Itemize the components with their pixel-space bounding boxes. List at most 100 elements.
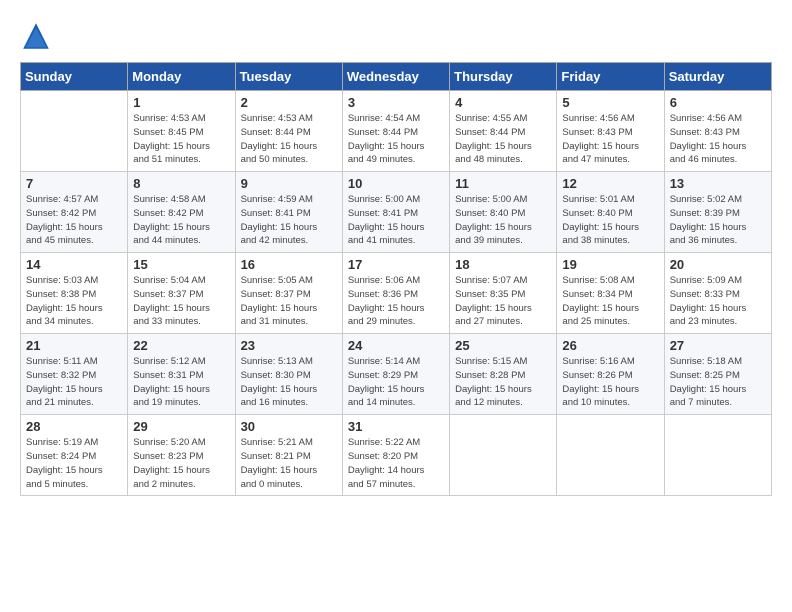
day-info: Sunrise: 5:05 AM Sunset: 8:37 PM Dayligh… [241,274,337,329]
day-number: 24 [348,338,444,353]
header-sunday: Sunday [21,63,128,91]
calendar-cell: 11 Sunrise: 5:00 AM Sunset: 8:40 PM Dayli… [450,172,557,253]
calendar-cell [557,415,664,496]
header-saturday: Saturday [664,63,771,91]
day-number: 3 [348,95,444,110]
day-number: 26 [562,338,658,353]
calendar-cell: 8Sunrise: 4:58 AM Sunset: 8:42 PM Daylig… [128,172,235,253]
calendar-cell: 26 Sunrise: 5:16 AM Sunset: 8:26 PM Dayli… [557,334,664,415]
calendar-cell: 19 Sunrise: 5:08 AM Sunset: 8:34 PM Dayli… [557,253,664,334]
calendar-cell: 18 Sunrise: 5:07 AM Sunset: 8:35 PM Dayli… [450,253,557,334]
calendar-cell: 23Sunrise: 5:13 AM Sunset: 8:30 PM Dayli… [235,334,342,415]
day-info: Sunrise: 5:02 AM Sunset: 8:39 PM Dayligh… [670,193,766,248]
calendar-cell: 7Sunrise: 4:57 AM Sunset: 8:42 PM Daylig… [21,172,128,253]
day-number: 27 [670,338,766,353]
day-info: Sunrise: 5:18 AM Sunset: 8:25 PM Dayligh… [670,355,766,410]
day-info: Sunrise: 5:12 AM Sunset: 8:31 PM Dayligh… [133,355,229,410]
day-info: Sunrise: 5:15 AM Sunset: 8:28 PM Dayligh… [455,355,551,410]
header-friday: Friday [557,63,664,91]
day-info: Sunrise: 5:08 AM Sunset: 8:34 PM Dayligh… [562,274,658,329]
day-number: 21 [26,338,122,353]
day-info: Sunrise: 4:56 AM Sunset: 8:43 PM Dayligh… [562,112,658,167]
day-number: 17 [348,257,444,272]
logo [20,20,56,52]
day-number: 19 [562,257,658,272]
day-number: 14 [26,257,122,272]
calendar-cell: 22Sunrise: 5:12 AM Sunset: 8:31 PM Dayli… [128,334,235,415]
calendar-cell: 4Sunrise: 4:55 AM Sunset: 8:44 PM Daylig… [450,91,557,172]
calendar-cell: 29Sunrise: 5:20 AM Sunset: 8:23 PM Dayli… [128,415,235,496]
day-number: 11 [455,176,551,191]
day-info: Sunrise: 5:01 AM Sunset: 8:40 PM Dayligh… [562,193,658,248]
calendar-cell: 31Sunrise: 5:22 AM Sunset: 8:20 PM Dayli… [342,415,449,496]
calendar-cell: 30 Sunrise: 5:21 AM Sunset: 8:21 PM Dayli… [235,415,342,496]
day-number: 25 [455,338,551,353]
calendar-cell: 28Sunrise: 5:19 AM Sunset: 8:24 PM Dayli… [21,415,128,496]
calendar-body: 1Sunrise: 4:53 AM Sunset: 8:45 PM Daylig… [21,91,772,496]
day-info: Sunrise: 5:22 AM Sunset: 8:20 PM Dayligh… [348,436,444,491]
day-number: 12 [562,176,658,191]
day-info: Sunrise: 5:14 AM Sunset: 8:29 PM Dayligh… [348,355,444,410]
week-row-3: 14Sunrise: 5:03 AM Sunset: 8:38 PM Dayli… [21,253,772,334]
header-thursday: Thursday [450,63,557,91]
calendar-cell: 27 Sunrise: 5:18 AM Sunset: 8:25 PM Dayli… [664,334,771,415]
day-info: Sunrise: 4:57 AM Sunset: 8:42 PM Dayligh… [26,193,122,248]
day-number: 2 [241,95,337,110]
header-monday: Monday [128,63,235,91]
calendar-cell: 5 Sunrise: 4:56 AM Sunset: 8:43 PM Daylig… [557,91,664,172]
week-row-2: 7Sunrise: 4:57 AM Sunset: 8:42 PM Daylig… [21,172,772,253]
header-wednesday: Wednesday [342,63,449,91]
day-number: 5 [562,95,658,110]
calendar-cell: 9Sunrise: 4:59 AM Sunset: 8:41 PM Daylig… [235,172,342,253]
day-info: Sunrise: 5:09 AM Sunset: 8:33 PM Dayligh… [670,274,766,329]
day-info: Sunrise: 5:21 AM Sunset: 8:21 PM Dayligh… [241,436,337,491]
day-number: 20 [670,257,766,272]
day-number: 30 [241,419,337,434]
calendar-cell: 10 Sunrise: 5:00 AM Sunset: 8:41 PM Dayli… [342,172,449,253]
day-number: 15 [133,257,229,272]
calendar-cell: 24 Sunrise: 5:14 AM Sunset: 8:29 PM Dayli… [342,334,449,415]
calendar-cell: 1Sunrise: 4:53 AM Sunset: 8:45 PM Daylig… [128,91,235,172]
day-info: Sunrise: 5:07 AM Sunset: 8:35 PM Dayligh… [455,274,551,329]
calendar-cell: 16 Sunrise: 5:05 AM Sunset: 8:37 PM Dayli… [235,253,342,334]
calendar-cell: 12 Sunrise: 5:01 AM Sunset: 8:40 PM Dayli… [557,172,664,253]
day-info: Sunrise: 5:00 AM Sunset: 8:40 PM Dayligh… [455,193,551,248]
calendar-header: SundayMondayTuesdayWednesdayThursdayFrid… [21,63,772,91]
calendar-cell: 17 Sunrise: 5:06 AM Sunset: 8:36 PM Dayli… [342,253,449,334]
calendar-cell: 14Sunrise: 5:03 AM Sunset: 8:38 PM Dayli… [21,253,128,334]
day-number: 1 [133,95,229,110]
day-number: 9 [241,176,337,191]
calendar-table: SundayMondayTuesdayWednesdayThursdayFrid… [20,62,772,496]
day-info: Sunrise: 5:19 AM Sunset: 8:24 PM Dayligh… [26,436,122,491]
day-info: Sunrise: 5:11 AM Sunset: 8:32 PM Dayligh… [26,355,122,410]
calendar-cell: 3 Sunrise: 4:54 AM Sunset: 8:44 PM Daylig… [342,91,449,172]
day-info: Sunrise: 4:54 AM Sunset: 8:44 PM Dayligh… [348,112,444,167]
page-header [20,20,772,52]
calendar-cell: 13 Sunrise: 5:02 AM Sunset: 8:39 PM Dayli… [664,172,771,253]
calendar-cell: 20 Sunrise: 5:09 AM Sunset: 8:33 PM Dayli… [664,253,771,334]
calendar-cell: 6 Sunrise: 4:56 AM Sunset: 8:43 PM Daylig… [664,91,771,172]
calendar-cell: 15 Sunrise: 5:04 AM Sunset: 8:37 PM Dayli… [128,253,235,334]
calendar-cell: 25 Sunrise: 5:15 AM Sunset: 8:28 PM Dayli… [450,334,557,415]
logo-icon [20,20,52,52]
calendar-cell: 2 Sunrise: 4:53 AM Sunset: 8:44 PM Daylig… [235,91,342,172]
week-row-4: 21 Sunrise: 5:11 AM Sunset: 8:32 PM Dayli… [21,334,772,415]
day-info: Sunrise: 4:53 AM Sunset: 8:44 PM Dayligh… [241,112,337,167]
calendar-cell [21,91,128,172]
day-info: Sunrise: 4:58 AM Sunset: 8:42 PM Dayligh… [133,193,229,248]
day-info: Sunrise: 5:06 AM Sunset: 8:36 PM Dayligh… [348,274,444,329]
day-number: 18 [455,257,551,272]
day-info: Sunrise: 4:55 AM Sunset: 8:44 PM Dayligh… [455,112,551,167]
day-info: Sunrise: 5:16 AM Sunset: 8:26 PM Dayligh… [562,355,658,410]
day-number: 10 [348,176,444,191]
day-info: Sunrise: 5:00 AM Sunset: 8:41 PM Dayligh… [348,193,444,248]
calendar-cell: 21 Sunrise: 5:11 AM Sunset: 8:32 PM Dayli… [21,334,128,415]
header-row: SundayMondayTuesdayWednesdayThursdayFrid… [21,63,772,91]
week-row-5: 28Sunrise: 5:19 AM Sunset: 8:24 PM Dayli… [21,415,772,496]
day-number: 6 [670,95,766,110]
day-number: 16 [241,257,337,272]
day-number: 29 [133,419,229,434]
day-info: Sunrise: 5:04 AM Sunset: 8:37 PM Dayligh… [133,274,229,329]
day-number: 13 [670,176,766,191]
day-info: Sunrise: 4:56 AM Sunset: 8:43 PM Dayligh… [670,112,766,167]
